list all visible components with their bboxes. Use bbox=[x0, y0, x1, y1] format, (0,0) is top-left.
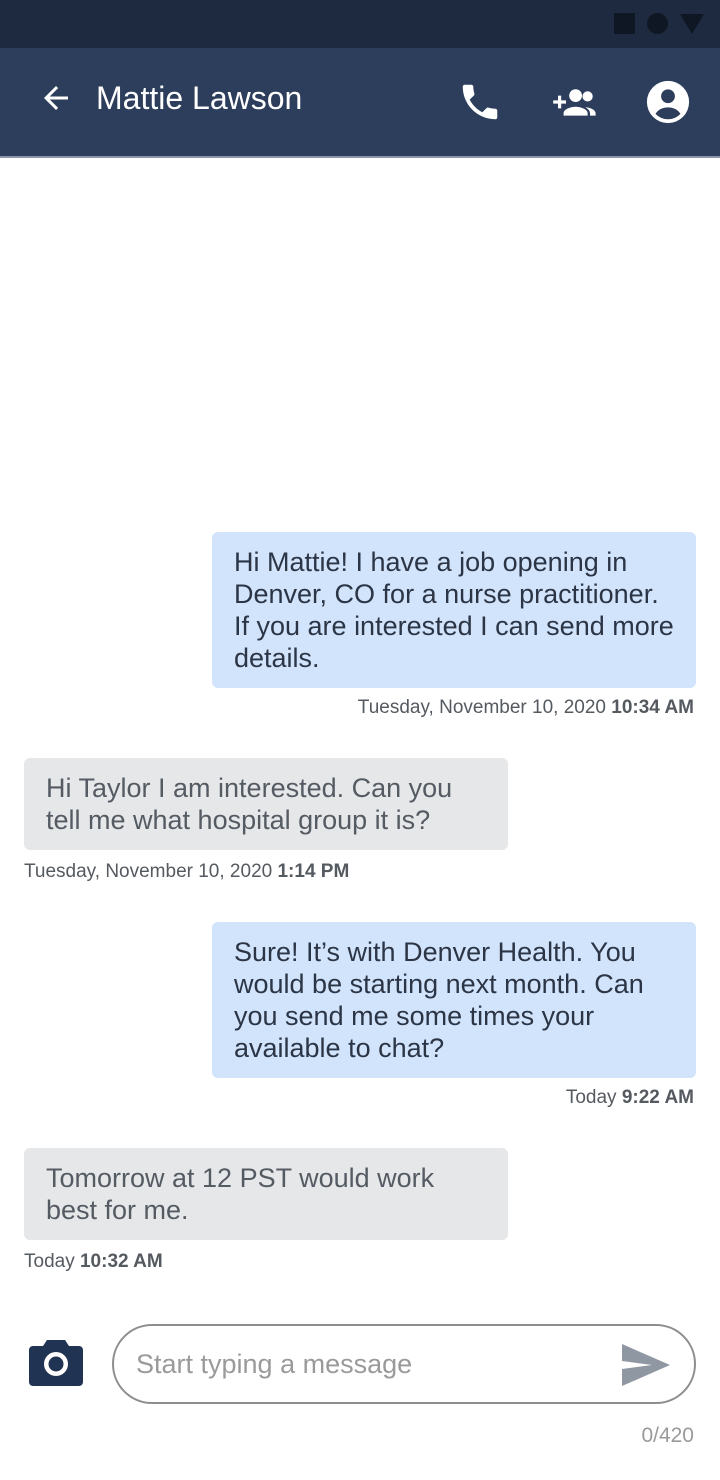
back-button[interactable] bbox=[36, 78, 76, 118]
incoming-message[interactable]: Hi Taylor I am interested. Can you tell … bbox=[24, 758, 508, 850]
app-bar: Mattie Lawson bbox=[0, 48, 720, 158]
signal-icon bbox=[680, 13, 704, 34]
stop-icon bbox=[614, 13, 635, 34]
contact-profile-button[interactable] bbox=[644, 78, 692, 126]
message-composer bbox=[112, 1324, 696, 1404]
outgoing-message[interactable]: Sure! It’s with Denver Health. You would… bbox=[212, 922, 696, 1078]
incoming-message[interactable]: Tomorrow at 12 PST would work best for m… bbox=[24, 1148, 508, 1240]
timestamp-time: 1:14 PM bbox=[277, 861, 350, 882]
outgoing-message[interactable]: Hi Mattie! I have a job opening in Denve… bbox=[212, 532, 696, 688]
message-timestamp: Today 9:22 AM bbox=[566, 1086, 694, 1110]
timestamp-time: 10:32 AM bbox=[79, 1251, 163, 1272]
message-timestamp: Tuesday, November 10, 2020 1:14 PM bbox=[24, 860, 349, 884]
account-circle-icon bbox=[646, 80, 690, 124]
status-bar bbox=[0, 0, 720, 48]
send-icon bbox=[622, 1344, 670, 1386]
message-input[interactable] bbox=[136, 1344, 606, 1384]
character-counter: 0/420 bbox=[641, 1424, 694, 1447]
timestamp-date: Tuesday, November 10, 2020 bbox=[357, 697, 606, 718]
camera-button[interactable] bbox=[28, 1336, 84, 1388]
conversation-title: Mattie Lawson bbox=[96, 80, 303, 116]
record-icon bbox=[647, 13, 668, 34]
timestamp-time: 10:34 AM bbox=[611, 697, 694, 718]
message-timestamp: Tuesday, November 10, 2020 10:34 AM bbox=[358, 696, 694, 720]
add-people-icon bbox=[553, 89, 596, 116]
camera-icon bbox=[29, 1340, 83, 1386]
timestamp-date: Tuesday, November 10, 2020 bbox=[24, 861, 273, 882]
message-timestamp: Today 10:32 AM bbox=[24, 1250, 163, 1274]
timestamp-date: Today bbox=[24, 1251, 75, 1272]
arrow-back-icon bbox=[44, 86, 68, 110]
add-participant-button[interactable] bbox=[550, 78, 598, 126]
timestamp-date: Today bbox=[565, 1087, 617, 1108]
call-button[interactable] bbox=[456, 78, 504, 126]
timestamp-time: 9:22 AM bbox=[621, 1087, 694, 1108]
system-status-icons bbox=[614, 13, 704, 34]
phone-icon bbox=[462, 84, 498, 120]
send-button[interactable] bbox=[620, 1342, 672, 1388]
